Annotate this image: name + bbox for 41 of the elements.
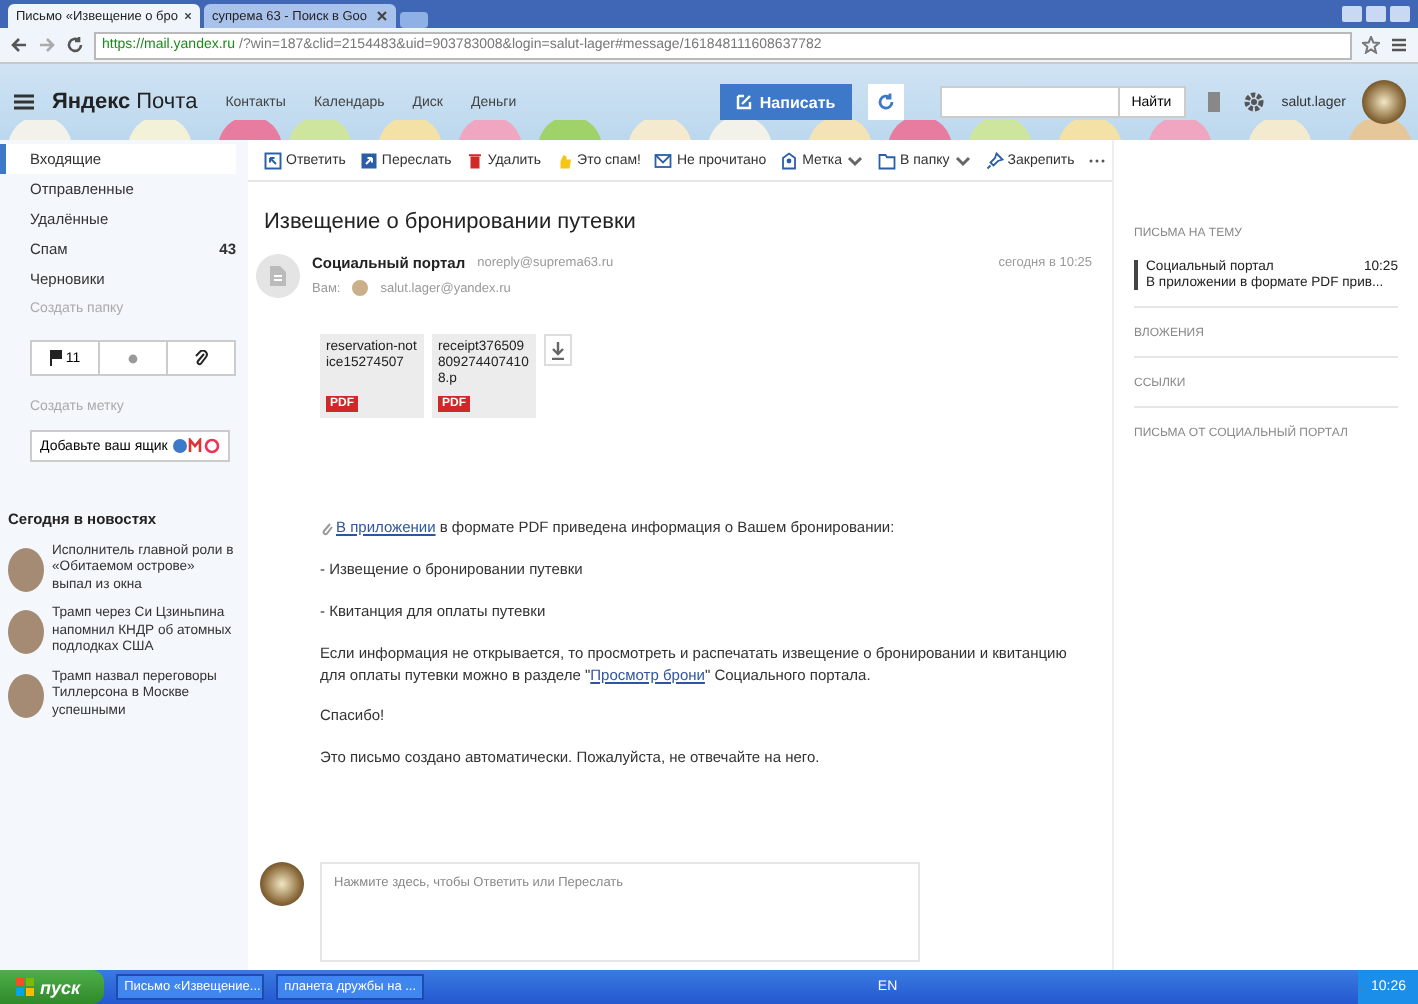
download-button[interactable] (544, 334, 572, 366)
star-icon[interactable] (1362, 36, 1380, 54)
caret-icon (953, 151, 972, 169)
paperclip-icon (320, 520, 336, 537)
download-icon (550, 341, 566, 359)
tag-icon (780, 151, 799, 169)
pencil-icon (735, 94, 752, 110)
search-field[interactable] (939, 86, 1120, 118)
photo-placeholder (8, 610, 44, 655)
recipient-avatar (352, 280, 369, 296)
menu-icon[interactable] (1390, 36, 1408, 54)
trash-icon (465, 151, 484, 169)
compose-button[interactable]: Написать (719, 84, 852, 120)
refresh-button[interactable] (867, 84, 904, 120)
settings-icon[interactable] (1241, 90, 1266, 114)
windows-logo-icon (16, 978, 34, 996)
photo-placeholder (8, 673, 44, 718)
paperclip-icon (194, 350, 208, 366)
reply-icon (264, 151, 282, 169)
refresh-icon (875, 92, 896, 112)
folder-icon (878, 151, 897, 169)
pin-icon (985, 151, 1004, 169)
avatar[interactable] (1362, 80, 1406, 124)
close-icon[interactable] (184, 10, 192, 22)
logo[interactable]: Яндекс Почта (52, 90, 198, 114)
photo-placeholder (8, 547, 44, 592)
start-button[interactable]: пуск (0, 970, 105, 1004)
avatar (260, 862, 304, 907)
flag-icon (49, 350, 62, 366)
dot-icon (128, 353, 138, 363)
menu-icon[interactable] (12, 90, 36, 114)
close-icon[interactable] (376, 10, 388, 22)
mail-services-icon (171, 438, 220, 454)
message-subject: Извещение о бронировании путевки (264, 210, 638, 234)
reload-icon[interactable] (66, 36, 84, 54)
forward-icon (359, 151, 378, 169)
hand-icon (555, 151, 574, 169)
back-icon[interactable] (10, 36, 28, 54)
envelope-icon (654, 151, 673, 169)
sender-avatar (256, 254, 300, 298)
caret-icon (846, 151, 865, 169)
